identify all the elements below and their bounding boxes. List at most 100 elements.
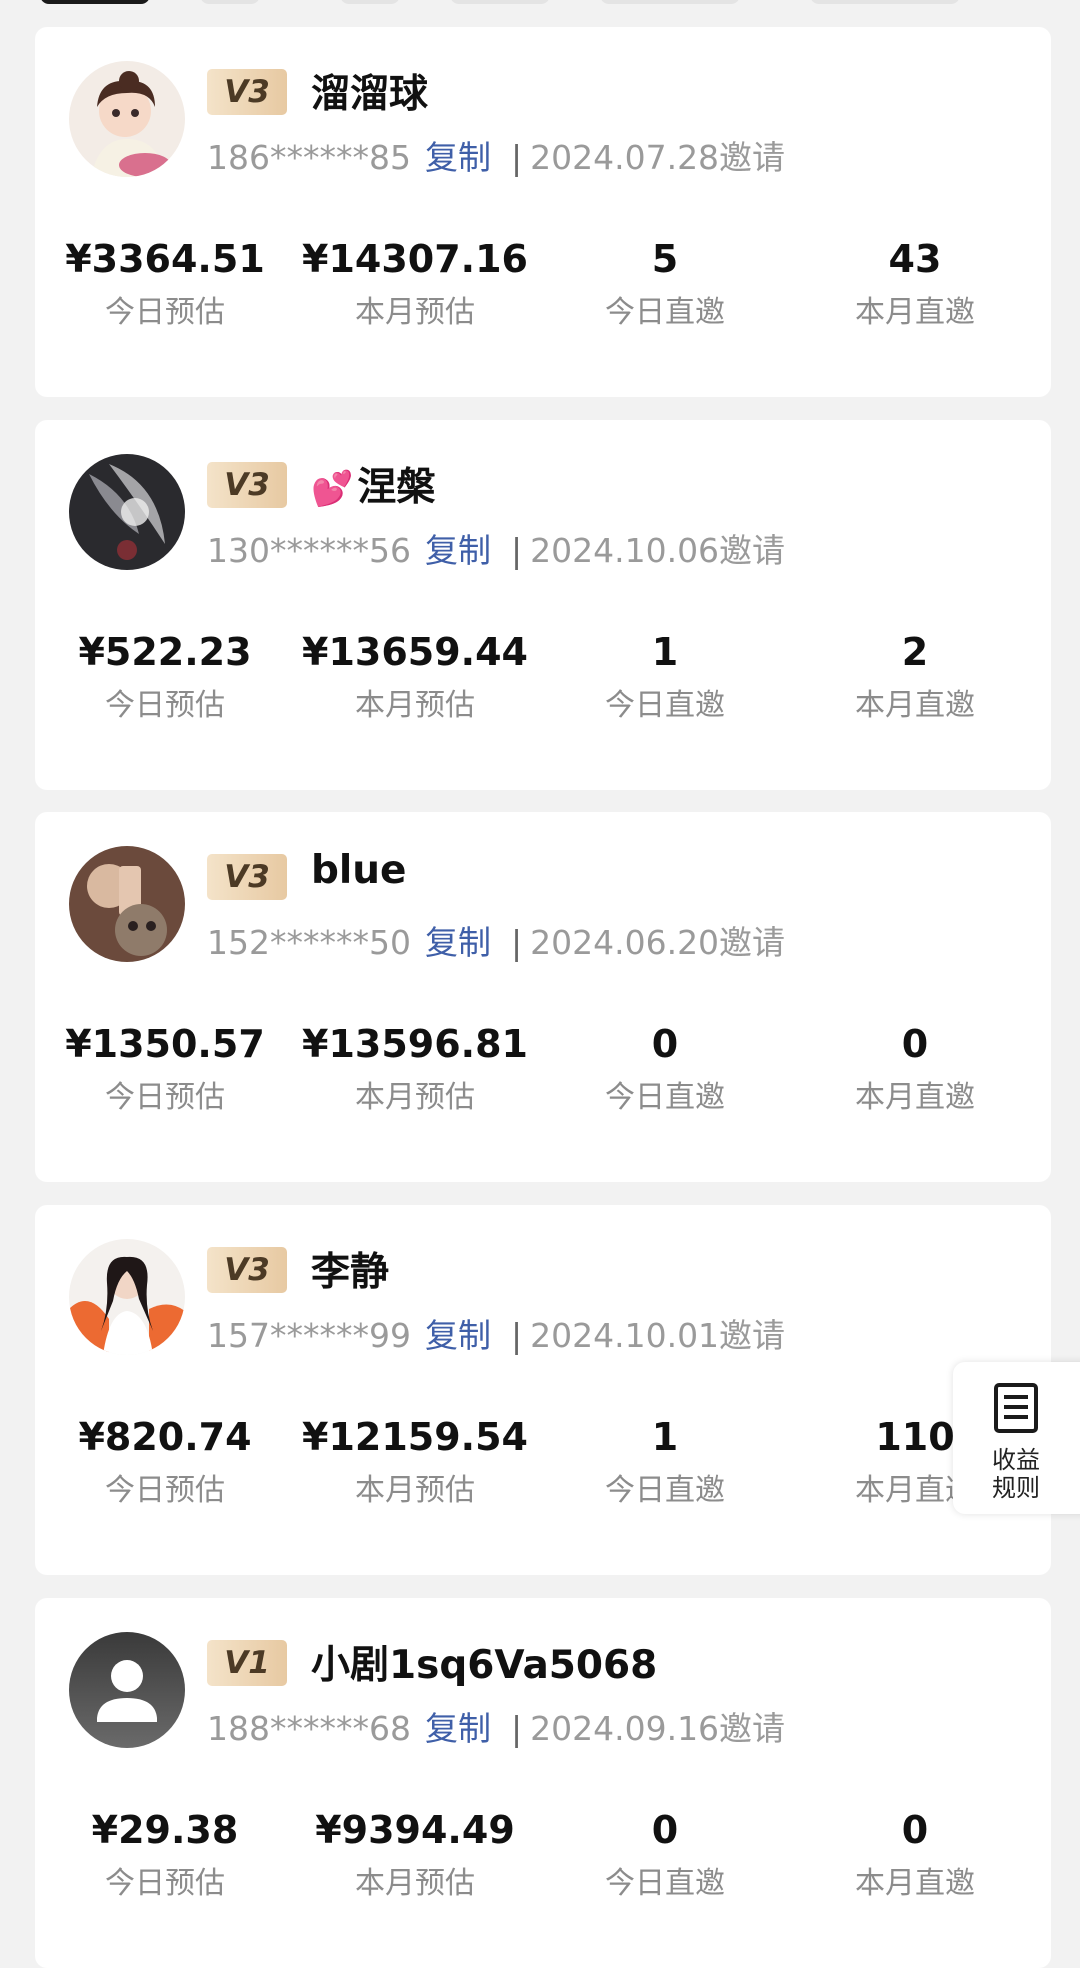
separator: | <box>510 138 523 177</box>
stat-today-invites: 0 今日直邀 <box>540 1806 790 1904</box>
stat-label: 本月直邀 <box>855 295 975 330</box>
separator: | <box>510 1709 523 1748</box>
separator: | <box>510 923 523 962</box>
user-name: 溜溜球 <box>311 63 428 119</box>
invite-date: 2024.07.28邀请 <box>530 138 786 177</box>
stat-value: 0 <box>901 1022 929 1066</box>
stat-month-invites: 0 本月直邀 <box>790 1806 1040 1904</box>
stat-label: 今日直邀 <box>605 1473 725 1508</box>
tab-pill[interactable] <box>340 0 400 4</box>
invite-date: 2024.09.16邀请 <box>530 1709 786 1748</box>
earnings-rules-label-line2: 规则 <box>992 1474 1040 1502</box>
copy-button[interactable]: 复制 <box>425 1316 491 1355</box>
stat-label: 今日直邀 <box>605 1080 725 1115</box>
stat-value: ¥14307.16 <box>302 237 528 281</box>
user-name-text: 涅槃 <box>357 465 436 510</box>
stat-month-estimate: ¥14307.16 本月预估 <box>290 235 540 333</box>
invite-date: 2024.06.20邀请 <box>530 923 786 962</box>
tab-pill[interactable] <box>810 0 960 4</box>
tab-pill[interactable] <box>450 0 550 4</box>
stat-month-estimate: ¥12159.54 本月预估 <box>290 1413 540 1511</box>
stat-today-estimate: ¥522.23 今日预估 <box>40 628 290 726</box>
stat-label: 今日预估 <box>105 1080 225 1115</box>
stat-value: ¥29.38 <box>91 1808 239 1852</box>
tab-pill[interactable] <box>200 0 260 4</box>
user-meta: 130******56 复制 | 2024.10.06邀请 <box>207 524 785 572</box>
phone-number: 188******68 <box>207 1709 411 1748</box>
stat-month-invites: 2 本月直邀 <box>790 628 1040 726</box>
stat-label: 本月预估 <box>355 1080 475 1115</box>
copy-button[interactable]: 复制 <box>425 923 491 962</box>
earnings-rules-button[interactable]: 收益 规则 <box>953 1362 1080 1514</box>
copy-button[interactable]: 复制 <box>425 138 491 177</box>
stat-month-estimate: ¥13659.44 本月预估 <box>290 628 540 726</box>
stat-label: 今日预估 <box>105 1473 225 1508</box>
stat-value: 0 <box>651 1808 679 1852</box>
stat-today-invites: 1 今日直邀 <box>540 1413 790 1511</box>
level-badge: V3 <box>207 462 287 508</box>
stat-label: 今日直邀 <box>605 688 725 723</box>
user-meta: 188******68 复制 | 2024.09.16邀请 <box>207 1702 785 1750</box>
stat-label: 今日预估 <box>105 295 225 330</box>
stat-month-estimate: ¥9394.49 本月预估 <box>290 1806 540 1904</box>
stat-value: 0 <box>651 1022 679 1066</box>
stat-label: 本月预估 <box>355 1473 475 1508</box>
stat-value: ¥13596.81 <box>302 1022 528 1066</box>
document-list-icon <box>994 1383 1038 1433</box>
stat-label: 本月预估 <box>355 295 475 330</box>
stat-value: ¥1350.57 <box>65 1022 265 1066</box>
earnings-rules-label-line1: 收益 <box>992 1446 1040 1474</box>
invite-card[interactable]: V3 溜溜球 186******85 复制 | 2024.07.28邀请 ¥3364.… <box>35 27 1051 397</box>
user-name: 💕 涅槃 <box>311 456 435 512</box>
phone-number: 186******85 <box>207 138 411 177</box>
level-badge: V1 <box>207 1640 287 1686</box>
stat-label: 今日预估 <box>105 688 225 723</box>
stat-label: 本月预估 <box>355 688 475 723</box>
dark-art-avatar <box>69 454 185 570</box>
separator: | <box>510 1316 523 1355</box>
stat-today-estimate: ¥29.38 今日预估 <box>40 1806 290 1904</box>
stat-today-invites: 5 今日直邀 <box>540 235 790 333</box>
stat-today-estimate: ¥3364.51 今日预估 <box>40 235 290 333</box>
stat-today-invites: 0 今日直邀 <box>540 1020 790 1118</box>
user-name: 李静 <box>311 1241 389 1297</box>
level-badge: V3 <box>207 854 287 900</box>
user-name: 小剧1sq6Va5068 <box>311 1634 657 1690</box>
invite-card[interactable]: V3 blue 152******50 复制 | 2024.06.20邀请 ¥1350… <box>35 812 1051 1182</box>
stat-label: 今日直邀 <box>605 295 725 330</box>
copy-button[interactable]: 复制 <box>425 1709 491 1748</box>
stat-today-estimate: ¥1350.57 今日预估 <box>40 1020 290 1118</box>
user-name-text: 李静 <box>311 1250 390 1295</box>
stat-label: 本月直邀 <box>855 688 975 723</box>
stat-value: 43 <box>888 237 942 281</box>
stat-value: ¥12159.54 <box>302 1415 528 1459</box>
girl-cartoon-avatar <box>69 61 185 177</box>
phone-number: 130******56 <box>207 531 411 570</box>
copy-button[interactable]: 复制 <box>425 531 491 570</box>
photo-avatar <box>69 846 185 962</box>
invite-card[interactable]: V3 💕 涅槃 130******56 复制 | 2024.10.06邀请 ¥522.2… <box>35 420 1051 790</box>
user-meta: 152******50 复制 | 2024.06.20邀请 <box>207 916 785 964</box>
stat-today-estimate: ¥820.74 今日预估 <box>40 1413 290 1511</box>
stat-label: 本月直邀 <box>855 1080 975 1115</box>
heart-emoji-icon: 💕 <box>311 469 354 509</box>
stat-today-invites: 1 今日直邀 <box>540 628 790 726</box>
user-meta: 186******85 复制 | 2024.07.28邀请 <box>207 131 785 179</box>
woman-photo-avatar <box>69 1239 185 1355</box>
stat-value: ¥13659.44 <box>302 630 528 674</box>
stat-value: 5 <box>651 237 679 281</box>
stat-month-invites: 43 本月直邀 <box>790 235 1040 333</box>
invite-card[interactable]: V3 李静 157******99 复制 | 2024.10.01邀请 ¥820.74… <box>35 1205 1051 1575</box>
stat-value: ¥9394.49 <box>315 1808 515 1852</box>
stat-label: 本月直邀 <box>855 1866 975 1901</box>
level-badge: V3 <box>207 1247 287 1293</box>
invite-card[interactable]: V1 小剧1sq6Va5068 188******68 复制 | 2024.09.16… <box>35 1598 1051 1968</box>
tab-pill[interactable] <box>40 0 150 4</box>
stat-value: ¥820.74 <box>78 1415 252 1459</box>
stat-label: 本月预估 <box>355 1866 475 1901</box>
invite-date: 2024.10.01邀请 <box>530 1316 786 1355</box>
tab-pill[interactable] <box>600 0 740 4</box>
stat-value: ¥522.23 <box>78 630 252 674</box>
stat-month-invites: 0 本月直邀 <box>790 1020 1040 1118</box>
user-meta: 157******99 复制 | 2024.10.01邀请 <box>207 1309 785 1357</box>
